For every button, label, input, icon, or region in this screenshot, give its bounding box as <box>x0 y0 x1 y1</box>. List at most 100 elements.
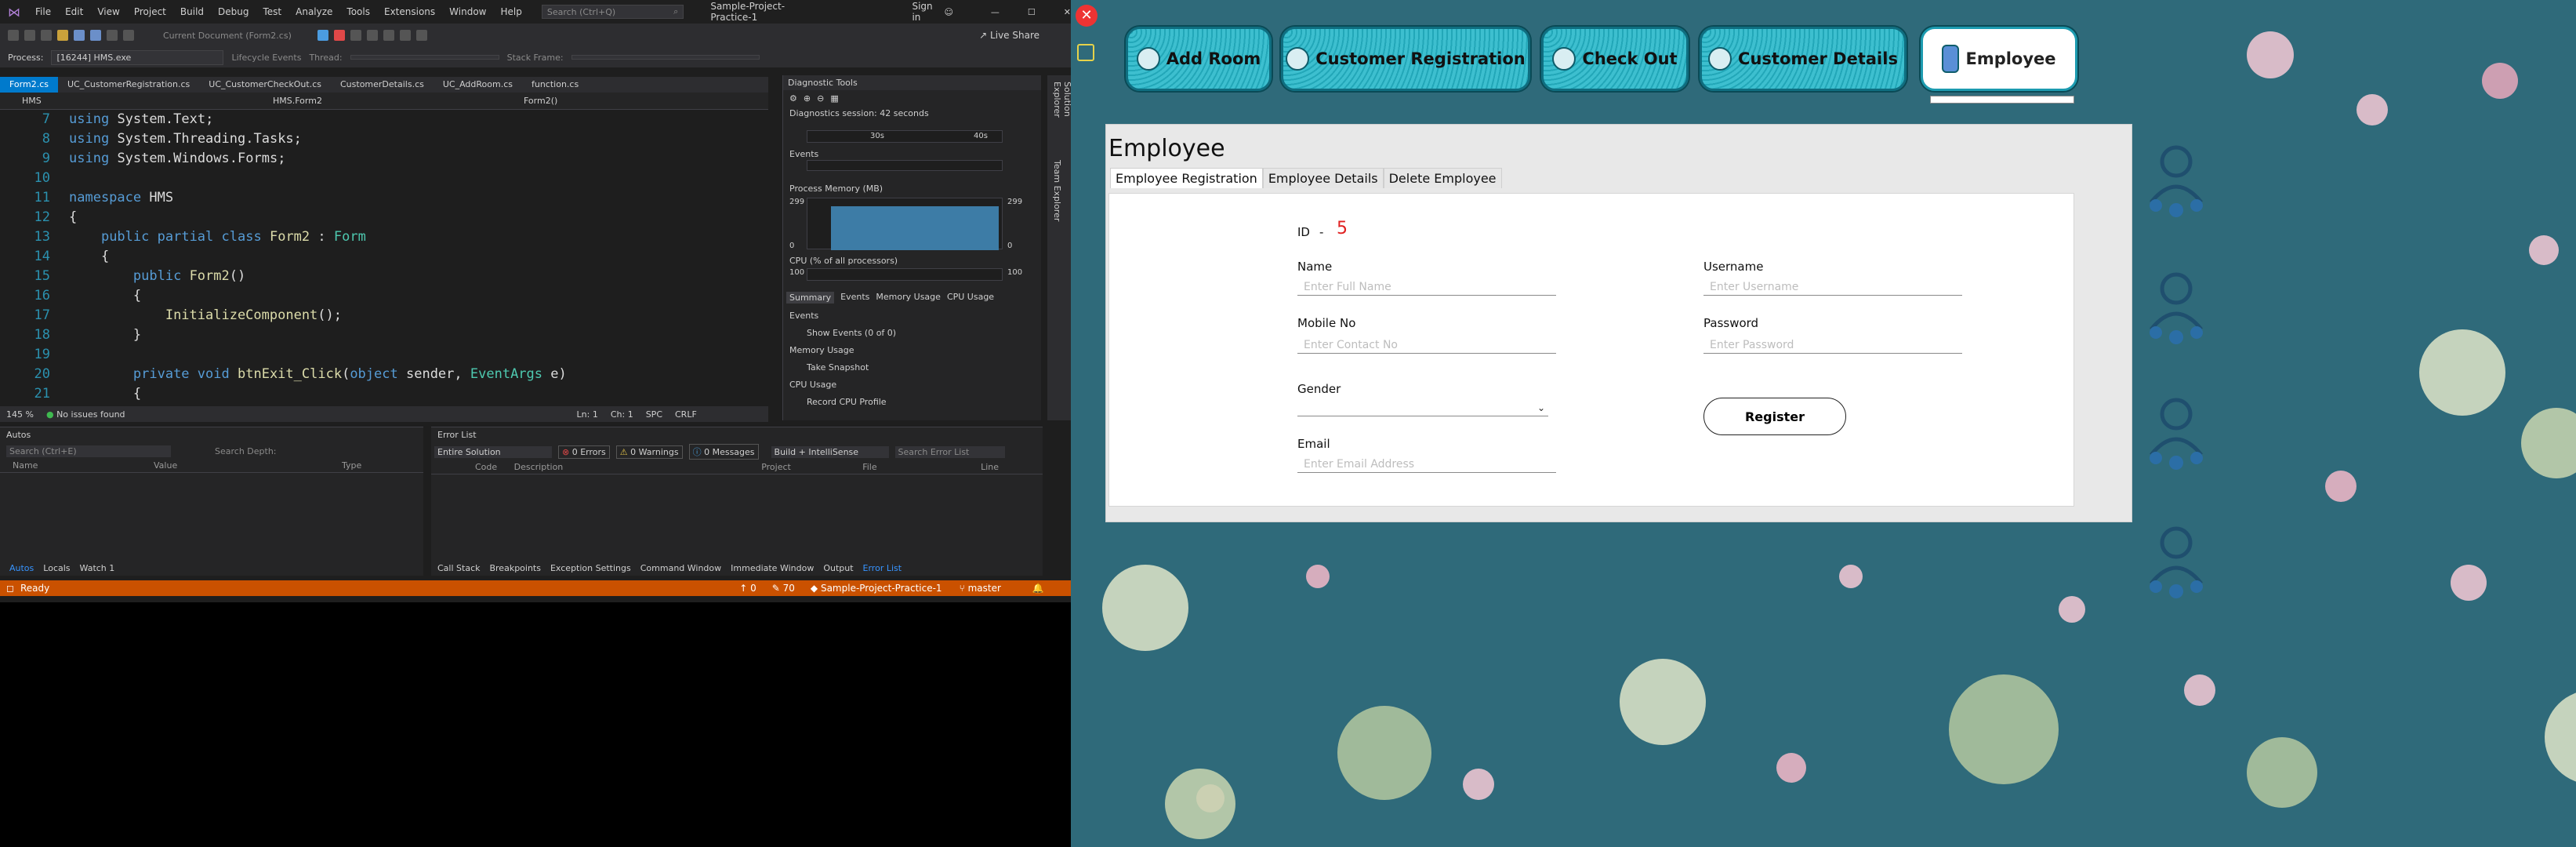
tab-customer-checkout[interactable]: UC_CustomerCheckOut.cs <box>199 77 331 93</box>
nav-customer-registration-button[interactable]: Customer Registration <box>1281 27 1530 91</box>
close-icon[interactable]: ✕ <box>1076 5 1098 27</box>
tab-error-list[interactable]: Error List <box>863 563 902 573</box>
tab-add-room[interactable]: UC_AddRoom.cs <box>434 77 522 93</box>
build-filter-dropdown[interactable]: Build + IntelliSense <box>771 445 889 458</box>
subtab-summary[interactable]: Summary <box>786 292 835 304</box>
step-into-icon[interactable] <box>383 30 394 41</box>
issues-indicator[interactable]: ● No issues found <box>46 409 125 420</box>
settings-icon[interactable]: ⚙ <box>789 93 797 104</box>
stop-icon[interactable] <box>334 30 345 41</box>
subtab-cpu[interactable]: CPU Usage <box>947 292 994 304</box>
code-text[interactable]: public partial class Form2 : Form <box>69 227 366 247</box>
minimize-icon[interactable] <box>1077 44 1094 61</box>
subtab-events[interactable]: Events <box>840 292 869 304</box>
menu-analyze[interactable]: Analyze <box>288 6 339 17</box>
notification-icon[interactable]: 🔔 <box>1032 583 1044 594</box>
code-text[interactable]: using System.Windows.Forms; <box>69 149 285 169</box>
timeline-ruler[interactable]: 30s 40s <box>807 130 1003 143</box>
tab-customer-details[interactable]: CustomerDetails.cs <box>331 77 434 93</box>
code-text[interactable]: { <box>69 247 109 267</box>
bookmark-icon[interactable] <box>416 30 427 41</box>
code-text[interactable]: InitializeComponent(); <box>69 306 342 325</box>
tab-autos[interactable]: Autos <box>9 563 34 573</box>
code-text[interactable]: using System.Threading.Tasks; <box>69 129 302 149</box>
code-text[interactable]: public Form2() <box>69 267 245 286</box>
subtab-memory[interactable]: Memory Usage <box>876 292 941 304</box>
lifecycle-events[interactable]: Lifecycle Events <box>231 53 301 63</box>
tab-breakpoints[interactable]: Breakpoints <box>489 563 541 573</box>
push-indicator[interactable]: ↑ 0 <box>739 583 756 594</box>
col-code[interactable]: Code <box>475 462 514 472</box>
show-events-link[interactable]: Show Events (0 of 0) <box>807 328 896 338</box>
gender-select[interactable]: ⌄ <box>1297 399 1548 416</box>
menu-help[interactable]: Help <box>493 6 528 17</box>
code-text[interactable]: { <box>69 384 141 404</box>
warnings-filter[interactable]: ⚠ 0 Warnings <box>615 445 683 459</box>
take-snapshot-button[interactable]: Take Snapshot <box>807 362 869 373</box>
nav-customer-details-button[interactable]: Customer Details <box>1700 27 1907 91</box>
mobile-input[interactable]: Enter Contact No <box>1297 336 1556 354</box>
errors-filter[interactable]: ⊗ 0 Errors <box>558 445 610 459</box>
record-cpu-button[interactable]: Record CPU Profile <box>807 397 887 406</box>
select-icon[interactable]: ▦ <box>830 93 838 104</box>
memory-graph[interactable] <box>807 198 1003 250</box>
code-text[interactable]: { <box>69 208 77 227</box>
tab-locals[interactable]: Locals <box>43 563 70 573</box>
code-text[interactable]: using System.Text; <box>69 110 213 129</box>
password-input[interactable]: Enter Password <box>1703 336 1962 354</box>
tab-function[interactable]: function.cs <box>522 77 588 93</box>
new-project-icon[interactable] <box>41 30 52 41</box>
menu-extensions[interactable]: Extensions <box>377 6 442 17</box>
events-track[interactable] <box>807 160 1003 171</box>
toolbar-doc-dropdown[interactable]: Current Document (Form2.cs) <box>163 31 312 41</box>
col-file[interactable]: File <box>862 462 981 472</box>
menu-file[interactable]: File <box>28 6 58 17</box>
col-description[interactable]: Description <box>514 462 762 472</box>
nav-scrollbar[interactable] <box>1930 96 2074 104</box>
menu-window[interactable]: Window <box>442 6 493 17</box>
code-editor[interactable]: 7 using System.Text; 8 using System.Threadi… <box>0 110 768 406</box>
messages-filter[interactable]: ⓘ 0 Messages <box>688 444 759 460</box>
username-input[interactable]: Enter Username <box>1703 278 1962 296</box>
col-name[interactable]: Name <box>13 460 154 471</box>
pause-icon[interactable] <box>317 30 328 41</box>
save-icon[interactable] <box>74 30 85 41</box>
code-text[interactable]: namespace HMS <box>69 188 173 208</box>
process-dropdown[interactable]: [16244] HMS.exe <box>51 49 224 65</box>
stackframe-dropdown[interactable] <box>571 55 760 60</box>
tab-form2[interactable]: Form2.cs <box>0 77 58 93</box>
menu-test[interactable]: Test <box>256 6 288 17</box>
zoom-in-icon[interactable]: ⊕ <box>804 93 811 104</box>
nav-employee-button[interactable]: Employee <box>1921 27 2077 91</box>
zoom-level[interactable]: 145 % <box>6 409 34 420</box>
forward-icon[interactable] <box>24 30 35 41</box>
branch-indicator[interactable]: ⑂ master <box>960 583 1001 594</box>
undo-icon[interactable] <box>107 30 118 41</box>
tab-call-stack[interactable]: Call Stack <box>437 563 480 573</box>
col-line[interactable]: Line <box>981 462 999 472</box>
team-explorer-tab[interactable]: Team Explorer <box>1047 154 1067 232</box>
nav-check-out-button[interactable]: Check Out <box>1541 27 1689 91</box>
changes-indicator[interactable]: ✎ 70 <box>772 583 795 594</box>
autos-search[interactable]: Search (Ctrl+E) <box>6 445 171 457</box>
step-out-icon[interactable] <box>400 30 411 41</box>
menu-tools[interactable]: Tools <box>339 6 377 17</box>
code-text[interactable]: private void btnExit_Click(object sender… <box>69 365 567 384</box>
menu-project[interactable]: Project <box>127 6 173 17</box>
nav-member[interactable]: Form2() <box>524 96 557 106</box>
name-input[interactable]: Enter Full Name <box>1297 278 1556 296</box>
tab-exception-settings[interactable]: Exception Settings <box>550 563 631 573</box>
close-button[interactable]: ✕ <box>1064 7 1071 17</box>
col-project[interactable]: Project <box>761 462 862 472</box>
zoom-out-icon[interactable]: ⊖ <box>817 93 824 104</box>
tab-command-window[interactable]: Command Window <box>640 563 721 573</box>
search-box[interactable]: Search (Ctrl+Q) ⌕ <box>541 5 684 19</box>
signin-link[interactable]: Sign in <box>912 1 939 23</box>
thread-dropdown[interactable] <box>350 55 499 60</box>
minimize-button[interactable]: — <box>991 7 1000 17</box>
tab-customer-registration[interactable]: UC_CustomerRegistration.cs <box>58 77 199 93</box>
tab-delete-employee[interactable]: Delete Employee <box>1383 168 1502 188</box>
col-type[interactable]: Type <box>342 460 361 471</box>
nav-class[interactable]: HMS.Form2 <box>273 96 430 106</box>
restart-icon[interactable] <box>350 30 361 41</box>
